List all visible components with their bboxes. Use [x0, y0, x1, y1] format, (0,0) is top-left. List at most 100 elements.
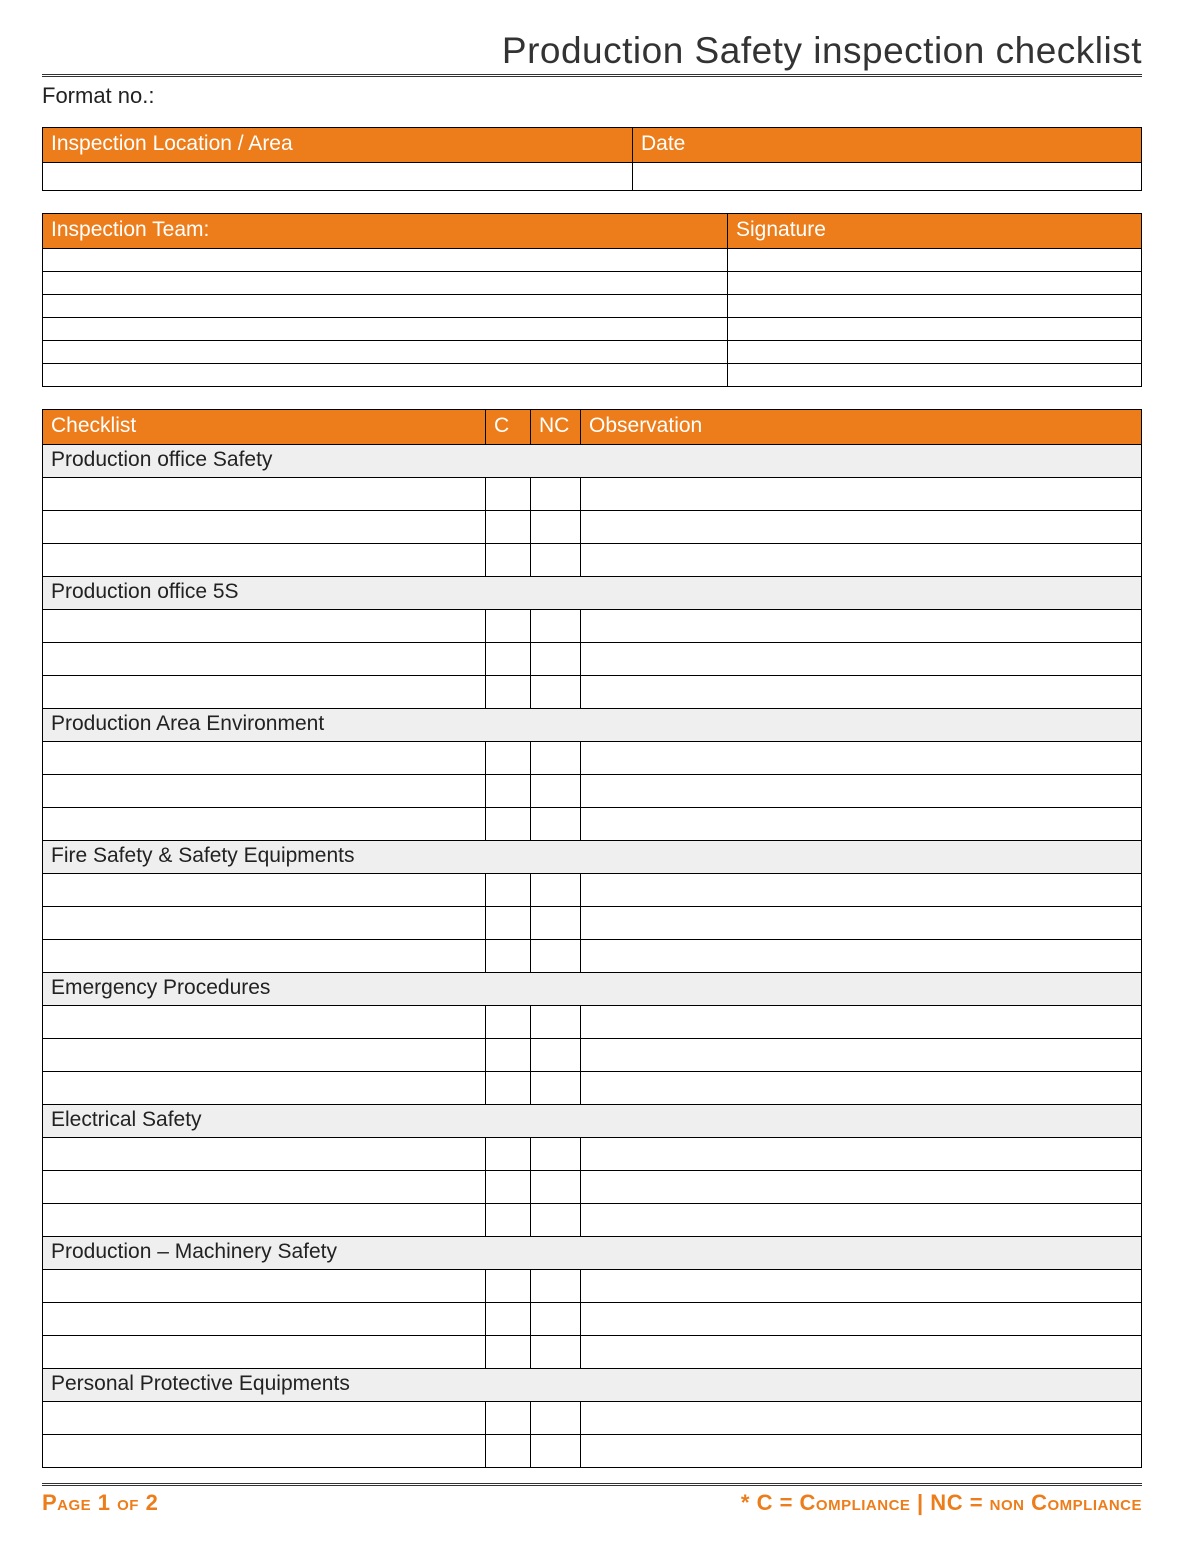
checklist-input-c[interactable] [486, 511, 530, 543]
team-signature-input[interactable] [728, 249, 1141, 271]
checklist-input-nc[interactable] [531, 808, 580, 840]
checklist-cell-nc[interactable] [531, 1072, 581, 1105]
checklist-input-c[interactable] [486, 1303, 530, 1335]
checklist-cell-c[interactable] [486, 1435, 531, 1468]
checklist-input-c[interactable] [486, 1006, 530, 1038]
team-signature-cell[interactable] [728, 341, 1142, 364]
checklist-cell-nc[interactable] [531, 1336, 581, 1369]
checklist-input-item[interactable] [43, 676, 485, 708]
checklist-input-nc[interactable] [531, 775, 580, 807]
checklist-input-item[interactable] [43, 1006, 485, 1038]
team-signature-input[interactable] [728, 295, 1141, 317]
team-name-input[interactable] [43, 295, 727, 317]
checklist-cell-nc[interactable] [531, 511, 581, 544]
checklist-input-c[interactable] [486, 874, 530, 906]
location-input[interactable] [43, 163, 632, 190]
checklist-cell-obs[interactable] [581, 742, 1142, 775]
checklist-cell-item[interactable] [43, 1336, 486, 1369]
team-signature-input[interactable] [728, 272, 1141, 294]
team-name-input[interactable] [43, 249, 727, 271]
checklist-input-obs[interactable] [581, 1435, 1141, 1467]
checklist-input-c[interactable] [486, 808, 530, 840]
checklist-cell-item[interactable] [43, 1270, 486, 1303]
team-name-input[interactable] [43, 272, 727, 294]
checklist-input-obs[interactable] [581, 1006, 1141, 1038]
checklist-cell-c[interactable] [486, 1072, 531, 1105]
checklist-input-nc[interactable] [531, 1303, 580, 1335]
checklist-cell-nc[interactable] [531, 775, 581, 808]
checklist-input-nc[interactable] [531, 1402, 580, 1434]
checklist-cell-nc[interactable] [531, 1138, 581, 1171]
checklist-input-nc[interactable] [531, 610, 580, 642]
checklist-input-c[interactable] [486, 643, 530, 675]
team-name-cell[interactable] [43, 295, 728, 318]
checklist-input-c[interactable] [486, 544, 530, 576]
checklist-input-nc[interactable] [531, 544, 580, 576]
checklist-cell-item[interactable] [43, 775, 486, 808]
date-input[interactable] [633, 163, 1141, 190]
checklist-input-item[interactable] [43, 1072, 485, 1104]
checklist-cell-item[interactable] [43, 610, 486, 643]
checklist-cell-c[interactable] [486, 940, 531, 973]
checklist-cell-c[interactable] [486, 907, 531, 940]
checklist-input-obs[interactable] [581, 478, 1141, 510]
checklist-input-item[interactable] [43, 544, 485, 576]
checklist-input-item[interactable] [43, 1270, 485, 1302]
checklist-input-item[interactable] [43, 478, 485, 510]
checklist-input-nc[interactable] [531, 874, 580, 906]
checklist-input-obs[interactable] [581, 1204, 1141, 1236]
checklist-input-obs[interactable] [581, 1138, 1141, 1170]
checklist-input-obs[interactable] [581, 1303, 1141, 1335]
checklist-input-nc[interactable] [531, 1171, 580, 1203]
checklist-input-obs[interactable] [581, 1171, 1141, 1203]
checklist-cell-nc[interactable] [531, 1171, 581, 1204]
checklist-input-item[interactable] [43, 1138, 485, 1170]
checklist-cell-item[interactable] [43, 544, 486, 577]
checklist-input-c[interactable] [486, 1336, 530, 1368]
checklist-cell-nc[interactable] [531, 1006, 581, 1039]
checklist-input-obs[interactable] [581, 808, 1141, 840]
checklist-cell-nc[interactable] [531, 940, 581, 973]
checklist-cell-item[interactable] [43, 808, 486, 841]
team-name-cell[interactable] [43, 364, 728, 387]
checklist-input-obs[interactable] [581, 742, 1141, 774]
checklist-cell-item[interactable] [43, 1006, 486, 1039]
checklist-cell-obs[interactable] [581, 1435, 1142, 1468]
team-signature-input[interactable] [728, 341, 1141, 363]
checklist-cell-nc[interactable] [531, 610, 581, 643]
checklist-input-nc[interactable] [531, 676, 580, 708]
date-cell[interactable] [633, 163, 1142, 191]
checklist-cell-c[interactable] [486, 1336, 531, 1369]
checklist-cell-nc[interactable] [531, 1402, 581, 1435]
checklist-input-nc[interactable] [531, 643, 580, 675]
checklist-cell-item[interactable] [43, 940, 486, 973]
checklist-cell-obs[interactable] [581, 643, 1142, 676]
checklist-cell-item[interactable] [43, 1072, 486, 1105]
checklist-input-c[interactable] [486, 907, 530, 939]
checklist-cell-c[interactable] [486, 1402, 531, 1435]
checklist-input-item[interactable] [43, 1303, 485, 1335]
checklist-input-obs[interactable] [581, 1336, 1141, 1368]
team-signature-cell[interactable] [728, 295, 1142, 318]
checklist-input-c[interactable] [486, 478, 530, 510]
checklist-input-obs[interactable] [581, 511, 1141, 543]
checklist-cell-nc[interactable] [531, 874, 581, 907]
checklist-input-c[interactable] [486, 940, 530, 972]
checklist-input-nc[interactable] [531, 1006, 580, 1038]
checklist-input-nc[interactable] [531, 1138, 580, 1170]
team-signature-cell[interactable] [728, 364, 1142, 387]
checklist-input-c[interactable] [486, 1138, 530, 1170]
checklist-cell-c[interactable] [486, 775, 531, 808]
checklist-cell-nc[interactable] [531, 1039, 581, 1072]
checklist-input-item[interactable] [43, 643, 485, 675]
checklist-cell-c[interactable] [486, 1171, 531, 1204]
checklist-input-nc[interactable] [531, 940, 580, 972]
location-cell[interactable] [43, 163, 633, 191]
checklist-cell-nc[interactable] [531, 1435, 581, 1468]
checklist-input-nc[interactable] [531, 1039, 580, 1071]
checklist-cell-c[interactable] [486, 478, 531, 511]
checklist-input-nc[interactable] [531, 1270, 580, 1302]
checklist-cell-obs[interactable] [581, 1039, 1142, 1072]
checklist-input-nc[interactable] [531, 742, 580, 774]
checklist-cell-item[interactable] [43, 643, 486, 676]
